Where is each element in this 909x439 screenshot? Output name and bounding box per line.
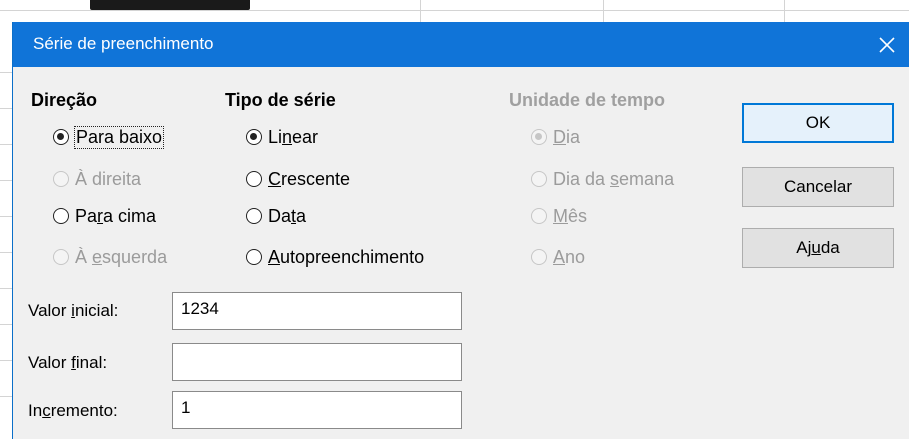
radio-label: Crescente xyxy=(268,168,351,189)
radio-label: Data xyxy=(268,205,307,226)
grid-row-line xyxy=(0,10,909,11)
radio-direction-right: À direita xyxy=(53,166,141,192)
radio-direction-down[interactable]: Para baixo xyxy=(53,124,165,150)
radio-direction-up[interactable]: Para cima xyxy=(53,203,156,229)
radio-series-linear[interactable]: Linear xyxy=(246,124,318,150)
radio-time-day: Dia xyxy=(531,124,580,150)
end-value-label: Valor final: xyxy=(28,353,108,372)
series-type-heading: Tipo de série xyxy=(225,90,336,110)
radio-checked-icon xyxy=(246,129,262,145)
radio-unchecked-icon xyxy=(531,249,547,265)
radio-label: Linear xyxy=(268,126,319,147)
end-value-input[interactable] xyxy=(172,343,462,381)
radio-series-date[interactable]: Data xyxy=(246,203,306,229)
increment-label: Incremento: xyxy=(28,401,118,420)
dialog-titlebar: Série de preenchimento xyxy=(13,22,909,67)
radio-unchecked-icon xyxy=(246,171,262,187)
start-value-input[interactable]: 1234 xyxy=(172,292,462,330)
radio-label: Para baixo xyxy=(73,125,165,149)
radio-unchecked-icon xyxy=(53,208,69,224)
radio-checked-icon xyxy=(531,129,547,145)
radio-label: Dia xyxy=(553,126,581,147)
radio-unchecked-icon xyxy=(53,171,69,187)
radio-label: Autopreenchimento xyxy=(268,246,425,267)
radio-time-year: Ano xyxy=(531,244,585,270)
radio-time-month: Mês xyxy=(531,203,587,229)
radio-unchecked-icon xyxy=(246,249,262,265)
radio-unchecked-icon xyxy=(246,208,262,224)
grid-col-line xyxy=(603,0,604,22)
radio-unchecked-icon xyxy=(531,171,547,187)
close-icon[interactable] xyxy=(864,22,909,67)
radio-checked-icon xyxy=(53,129,69,145)
radio-label: Mês xyxy=(553,205,588,226)
help-button[interactable]: Aj u da xyxy=(742,228,894,268)
grid-col-line xyxy=(784,0,785,22)
ok-button[interactable]: OK xyxy=(742,103,894,143)
radio-direction-left: À esquerda xyxy=(53,244,167,270)
radio-label: Para cima xyxy=(75,205,157,226)
radio-label: Dia da semana xyxy=(553,168,675,189)
radio-label: À direita xyxy=(75,168,142,189)
cell-content-stub xyxy=(90,0,250,10)
start-value-label: Valor inicial: xyxy=(28,301,119,320)
dialog-title: Série de preenchimento xyxy=(33,34,214,53)
radio-label: À esquerda xyxy=(75,246,168,267)
radio-time-weekday: Dia da semana xyxy=(531,166,674,192)
spreadsheet-backdrop xyxy=(0,0,909,22)
radio-unchecked-icon xyxy=(531,208,547,224)
increment-input[interactable]: 1 xyxy=(172,391,462,429)
time-unit-heading: Unidade de tempo xyxy=(509,90,666,110)
cancel-button[interactable]: Cancelar xyxy=(742,167,894,207)
radio-label: Ano xyxy=(553,246,586,267)
radio-unchecked-icon xyxy=(53,249,69,265)
radio-series-autofill[interactable]: Autopreenchimento xyxy=(246,244,424,270)
radio-series-growth[interactable]: Crescente xyxy=(246,166,350,192)
direction-heading: Direção xyxy=(31,90,98,110)
fill-series-dialog: Série de preenchimento Direção Para baix… xyxy=(12,22,909,439)
grid-col-line xyxy=(420,0,421,22)
